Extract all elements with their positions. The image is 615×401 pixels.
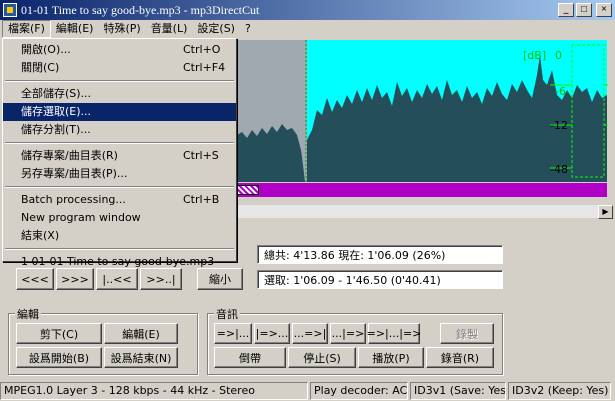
- timeline-bar[interactable]: [237, 183, 607, 197]
- menu-separator: [5, 248, 234, 250]
- file-menu-dropdown: 開啟(O)... Ctrl+O 關閉(C) Ctrl+F4 全部儲存(S)... 儲…: [2, 38, 237, 268]
- position-info-field: 總共: 4'13.86 現在: 1'06.09 (26%): [257, 245, 503, 264]
- cut-button[interactable]: 剪下(C): [16, 323, 102, 344]
- menu-file[interactable]: 檔案(F): [2, 20, 51, 38]
- shortcut-close: Ctrl+F4: [183, 61, 226, 74]
- menu-separator: [5, 186, 234, 188]
- menu-special[interactable]: 特殊(P): [98, 20, 145, 38]
- shortcut-batch: Ctrl+B: [183, 193, 220, 206]
- menu-item-save-selection[interactable]: 儲存選取(E)...: [3, 103, 236, 121]
- window-title: 01-01 Time to say good-bye.mp3 - mp3Dire…: [21, 2, 260, 17]
- menu-item-save-project[interactable]: 儲存專案/曲目表(R) Ctrl+S: [3, 147, 236, 165]
- menu-bar: 檔案(F) 編輯(E) 特殊(P) 音量(L) 設定(S) ?: [0, 20, 615, 38]
- menu-help[interactable]: ?: [240, 20, 256, 38]
- zoom-out-button[interactable]: 縮小: [197, 268, 243, 290]
- menu-item-open[interactable]: 開啟(O)... Ctrl+O: [3, 41, 236, 59]
- edit-group-label: 編輯: [15, 306, 41, 322]
- set-end-button[interactable]: 設爲結束(N): [104, 347, 178, 368]
- play-from-cursor-button[interactable]: |=>...: [254, 323, 290, 344]
- edit-button[interactable]: 編輯(E): [104, 323, 178, 344]
- menu-item-recent-file[interactable]: 1 01-01 Time to say good-bye.mp3: [3, 253, 236, 271]
- meter-12-label: -12: [550, 119, 568, 132]
- rewind-button[interactable]: 倒帶: [214, 347, 286, 368]
- horizontal-scrollbar[interactable]: [237, 205, 600, 218]
- go-end-button[interactable]: >>..|: [140, 268, 182, 290]
- status-format: MPEG1.0 Layer 3 - 128 kbps - 44 kHz - St…: [0, 382, 308, 400]
- status-decoder: Play decoder: ACM: [310, 382, 408, 400]
- app-icon[interactable]: [3, 3, 17, 17]
- meter-48-label: -48: [550, 163, 568, 176]
- menu-item-save-project-as[interactable]: 另存專案/曲目表(P)...: [3, 165, 236, 183]
- menu-item-save-all[interactable]: 全部儲存(S)...: [3, 85, 236, 103]
- status-id3v2: ID3v2 (Keep: Yes): [508, 382, 611, 400]
- record-mode-button: 錄製: [440, 323, 494, 344]
- audio-group-label: 音訊: [214, 306, 240, 322]
- play-button[interactable]: 播放(P): [358, 347, 424, 368]
- shortcut-save-project: Ctrl+S: [183, 149, 219, 162]
- meter-db-label: [dB]: [523, 49, 546, 62]
- meter-6-label: -6: [555, 85, 566, 98]
- menu-item-new-window[interactable]: New program window: [3, 209, 236, 227]
- menu-item-close[interactable]: 關閉(C) Ctrl+F4: [3, 59, 236, 77]
- menu-item-exit[interactable]: 結束(X): [3, 227, 236, 245]
- window-controls: _ □ ×: [558, 3, 612, 17]
- play-to-end-button[interactable]: ...=>|: [292, 323, 328, 344]
- meter-0-label: 0: [555, 49, 562, 62]
- menu-separator: [5, 142, 234, 144]
- menu-separator: [5, 80, 234, 82]
- menu-edit[interactable]: 編輯(E): [51, 20, 99, 38]
- minimize-button[interactable]: _: [558, 3, 574, 17]
- seek-forward-button[interactable]: >>>: [56, 268, 94, 290]
- shortcut-open: Ctrl+O: [183, 43, 221, 56]
- play-to-cursor-button[interactable]: =>|...: [214, 323, 252, 344]
- menu-item-batch[interactable]: Batch processing... Ctrl+B: [3, 191, 236, 209]
- menu-settings[interactable]: 設定(S): [192, 20, 240, 38]
- record-button[interactable]: 錄音(R): [426, 347, 494, 368]
- close-button[interactable]: ×: [596, 3, 612, 17]
- status-bar: MPEG1.0 Layer 3 - 128 kbps - 44 kHz - St…: [0, 381, 615, 401]
- maximize-button[interactable]: □: [576, 3, 592, 17]
- status-id3v1: ID3v1 (Save: Yes): [410, 382, 506, 400]
- go-start-button[interactable]: |..<<: [96, 268, 138, 290]
- level-meter: [dB] 0 -6 -12 -48: [510, 43, 608, 179]
- scroll-right-button[interactable]: ▶: [598, 205, 613, 219]
- stop-button[interactable]: 停止(S): [288, 347, 356, 368]
- set-start-button[interactable]: 設爲開始(B): [16, 347, 102, 368]
- menu-item-save-split[interactable]: 儲存分割(T)...: [3, 121, 236, 139]
- play-from-end-button[interactable]: ...|=>: [330, 323, 366, 344]
- seek-back-button[interactable]: <<<: [16, 268, 54, 290]
- menu-volume[interactable]: 音量(L): [146, 20, 193, 38]
- selection-info-field: 選取: 1'06.09 - 1'46.50 (0'40.41): [257, 270, 503, 289]
- play-selection-button[interactable]: =>|...|=>: [367, 323, 421, 344]
- selection-marker[interactable]: [237, 185, 259, 195]
- title-bar: 01-01 Time to say good-bye.mp3 - mp3Dire…: [0, 0, 615, 20]
